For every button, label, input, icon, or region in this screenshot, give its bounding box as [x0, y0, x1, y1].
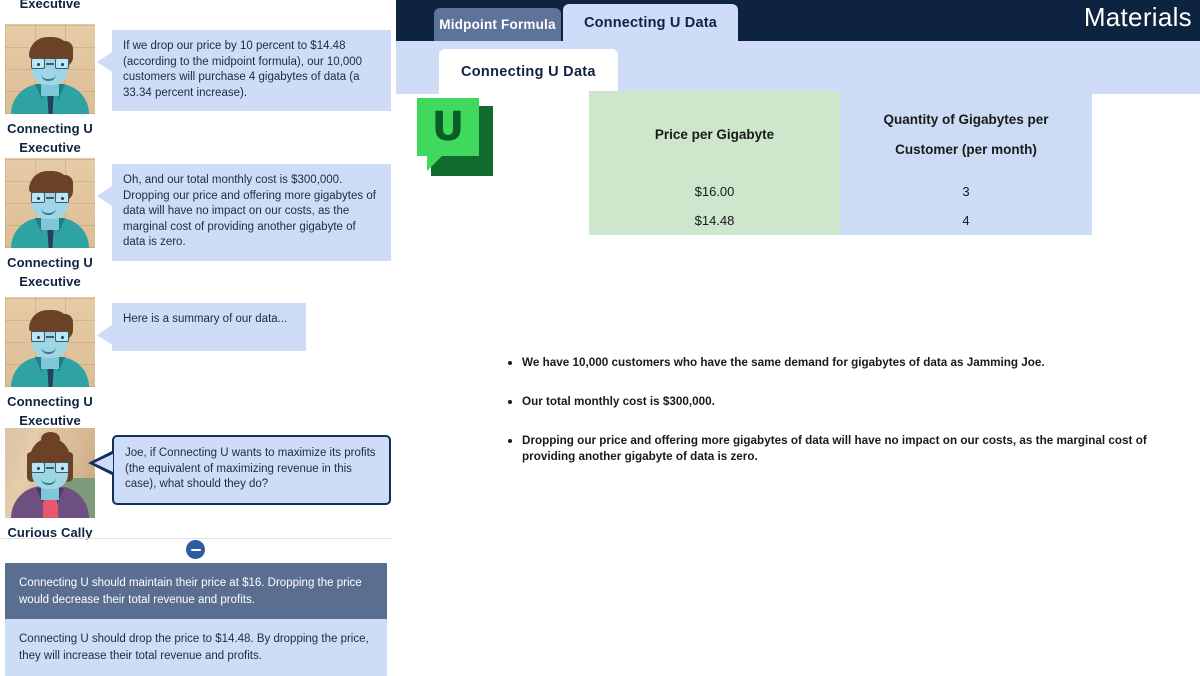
speech-bubble: Here is a summary of our data...: [97, 303, 306, 351]
list-item: Dropping our price and offering more gig…: [506, 433, 1196, 465]
speech-bubble-active: Joe, if Connecting U wants to maximize i…: [88, 435, 391, 505]
avatar-collar-right: [58, 84, 65, 100]
speaker-role: Executive: [19, 140, 81, 155]
answer-option-2[interactable]: Connecting U should drop the price to $1…: [5, 619, 387, 676]
bubble-tail: [97, 325, 112, 345]
column-header-quantity-line2: Customer (per month): [895, 142, 1037, 157]
table-row: $14.48 4: [589, 206, 1092, 235]
bubble-text: Here is a summary of our data...: [123, 313, 288, 325]
bullet-text: Dropping our price and offering more gig…: [522, 434, 1147, 463]
avatar-wrap: Connecting U Executive: [5, 158, 95, 291]
speaker-name: Connecting U: [7, 394, 93, 409]
speaker-name-cutoff: Executive: [19, 0, 81, 11]
logo-letter: U: [431, 104, 465, 150]
avatar-shirt: [43, 498, 58, 518]
male-executive-avatar: [5, 158, 95, 248]
bubble-tail: [97, 52, 112, 72]
glasses-icon: [31, 331, 69, 342]
collapse-button[interactable]: [186, 540, 205, 559]
logo-bubble-tail: [427, 155, 443, 171]
avatar-wrap: Connecting U Executive: [5, 24, 95, 157]
bubble-text: Joe, if Connecting U wants to maximize i…: [125, 447, 376, 490]
connecting-u-logo-icon: U: [417, 98, 493, 176]
speech-bubble: If we drop our price by 10 percent to $1…: [97, 30, 391, 111]
bubble-text: If we drop our price by 10 percent to $1…: [123, 40, 363, 99]
list-item: Our total monthly cost is $300,000.: [506, 394, 1196, 410]
tab-midpoint-formula[interactable]: Midpoint Formula: [434, 8, 561, 41]
answer-option-1[interactable]: Connecting U should maintain their price…: [5, 563, 387, 621]
materials-bullet-list: We have 10,000 customers who have the sa…: [506, 355, 1196, 488]
male-executive-avatar: [5, 24, 95, 114]
avatar-wrap: Connecting U Executive: [5, 297, 95, 430]
male-executive-avatar: [5, 297, 95, 387]
bubble-tail: [97, 186, 112, 206]
bullet-text: We have 10,000 customers who have the sa…: [522, 356, 1045, 369]
answer-option-text: Connecting U should maintain their price…: [19, 577, 362, 606]
avatar-collar-right: [58, 218, 65, 234]
dialog-panel: Executive Connecting U Executive If we d…: [0, 0, 392, 676]
list-item: We have 10,000 customers who have the sa…: [506, 355, 1196, 371]
avatar-collar-right: [58, 357, 65, 373]
cell-quantity: 3: [840, 177, 1092, 206]
avatar-hair: [29, 171, 73, 201]
materials-panel: Materials Midpoint Formula Connecting U …: [396, 0, 1200, 676]
speaker-name: Connecting U: [7, 121, 93, 136]
bubble-tail: [88, 450, 114, 476]
speaker-role: Executive: [19, 274, 81, 289]
column-header-quantity: Quantity of Gigabytes per Customer (per …: [840, 91, 1092, 177]
column-header-quantity-line1: Quantity of Gigabytes per: [883, 112, 1049, 127]
subtab-connecting-u-data[interactable]: Connecting U Data: [439, 49, 618, 94]
glasses-icon: [31, 192, 69, 203]
column-header-price: Price per Gigabyte: [589, 91, 840, 177]
app-root: Executive Connecting U Executive If we d…: [0, 0, 1200, 676]
avatar-hair: [29, 37, 73, 67]
connecting-u-data-table: Price per Gigabyte Quantity of Gigabytes…: [589, 91, 1092, 235]
materials-header: Materials Midpoint Formula Connecting U …: [396, 0, 1200, 41]
table-header-row: Price per Gigabyte Quantity of Gigabytes…: [589, 91, 1092, 177]
sub-tab-bar: Connecting U Data: [396, 41, 1200, 94]
cell-price: $14.48: [589, 206, 840, 235]
avatar-hair-bun: [41, 432, 60, 446]
cell-price: $16.00: [589, 177, 840, 206]
female-student-avatar: [5, 428, 95, 518]
speech-bubble: Oh, and our total monthly cost is $300,0…: [97, 164, 391, 261]
cell-quantity: 4: [840, 206, 1092, 235]
tab-label: Connecting U Data: [583, 14, 718, 31]
section-divider: [0, 538, 392, 539]
page-title: Materials: [1083, 2, 1192, 32]
glasses-icon: [31, 462, 69, 473]
subtab-label: Connecting U Data: [461, 63, 596, 80]
table-row: $16.00 3: [589, 177, 1092, 206]
speaker-name: Curious Cally: [7, 525, 93, 540]
bubble-text: Oh, and our total monthly cost is $300,0…: [123, 174, 376, 248]
tab-label: Midpoint Formula: [439, 17, 556, 32]
avatar-wrap: Curious Cally: [5, 428, 95, 542]
glasses-icon: [31, 58, 69, 69]
avatar-hair: [29, 310, 73, 340]
answer-option-text: Connecting U should drop the price to $1…: [19, 633, 369, 662]
bullet-text: Our total monthly cost is $300,000.: [522, 395, 715, 408]
speaker-name: Connecting U: [7, 255, 93, 270]
tab-connecting-u-data[interactable]: Connecting U Data: [563, 4, 738, 41]
